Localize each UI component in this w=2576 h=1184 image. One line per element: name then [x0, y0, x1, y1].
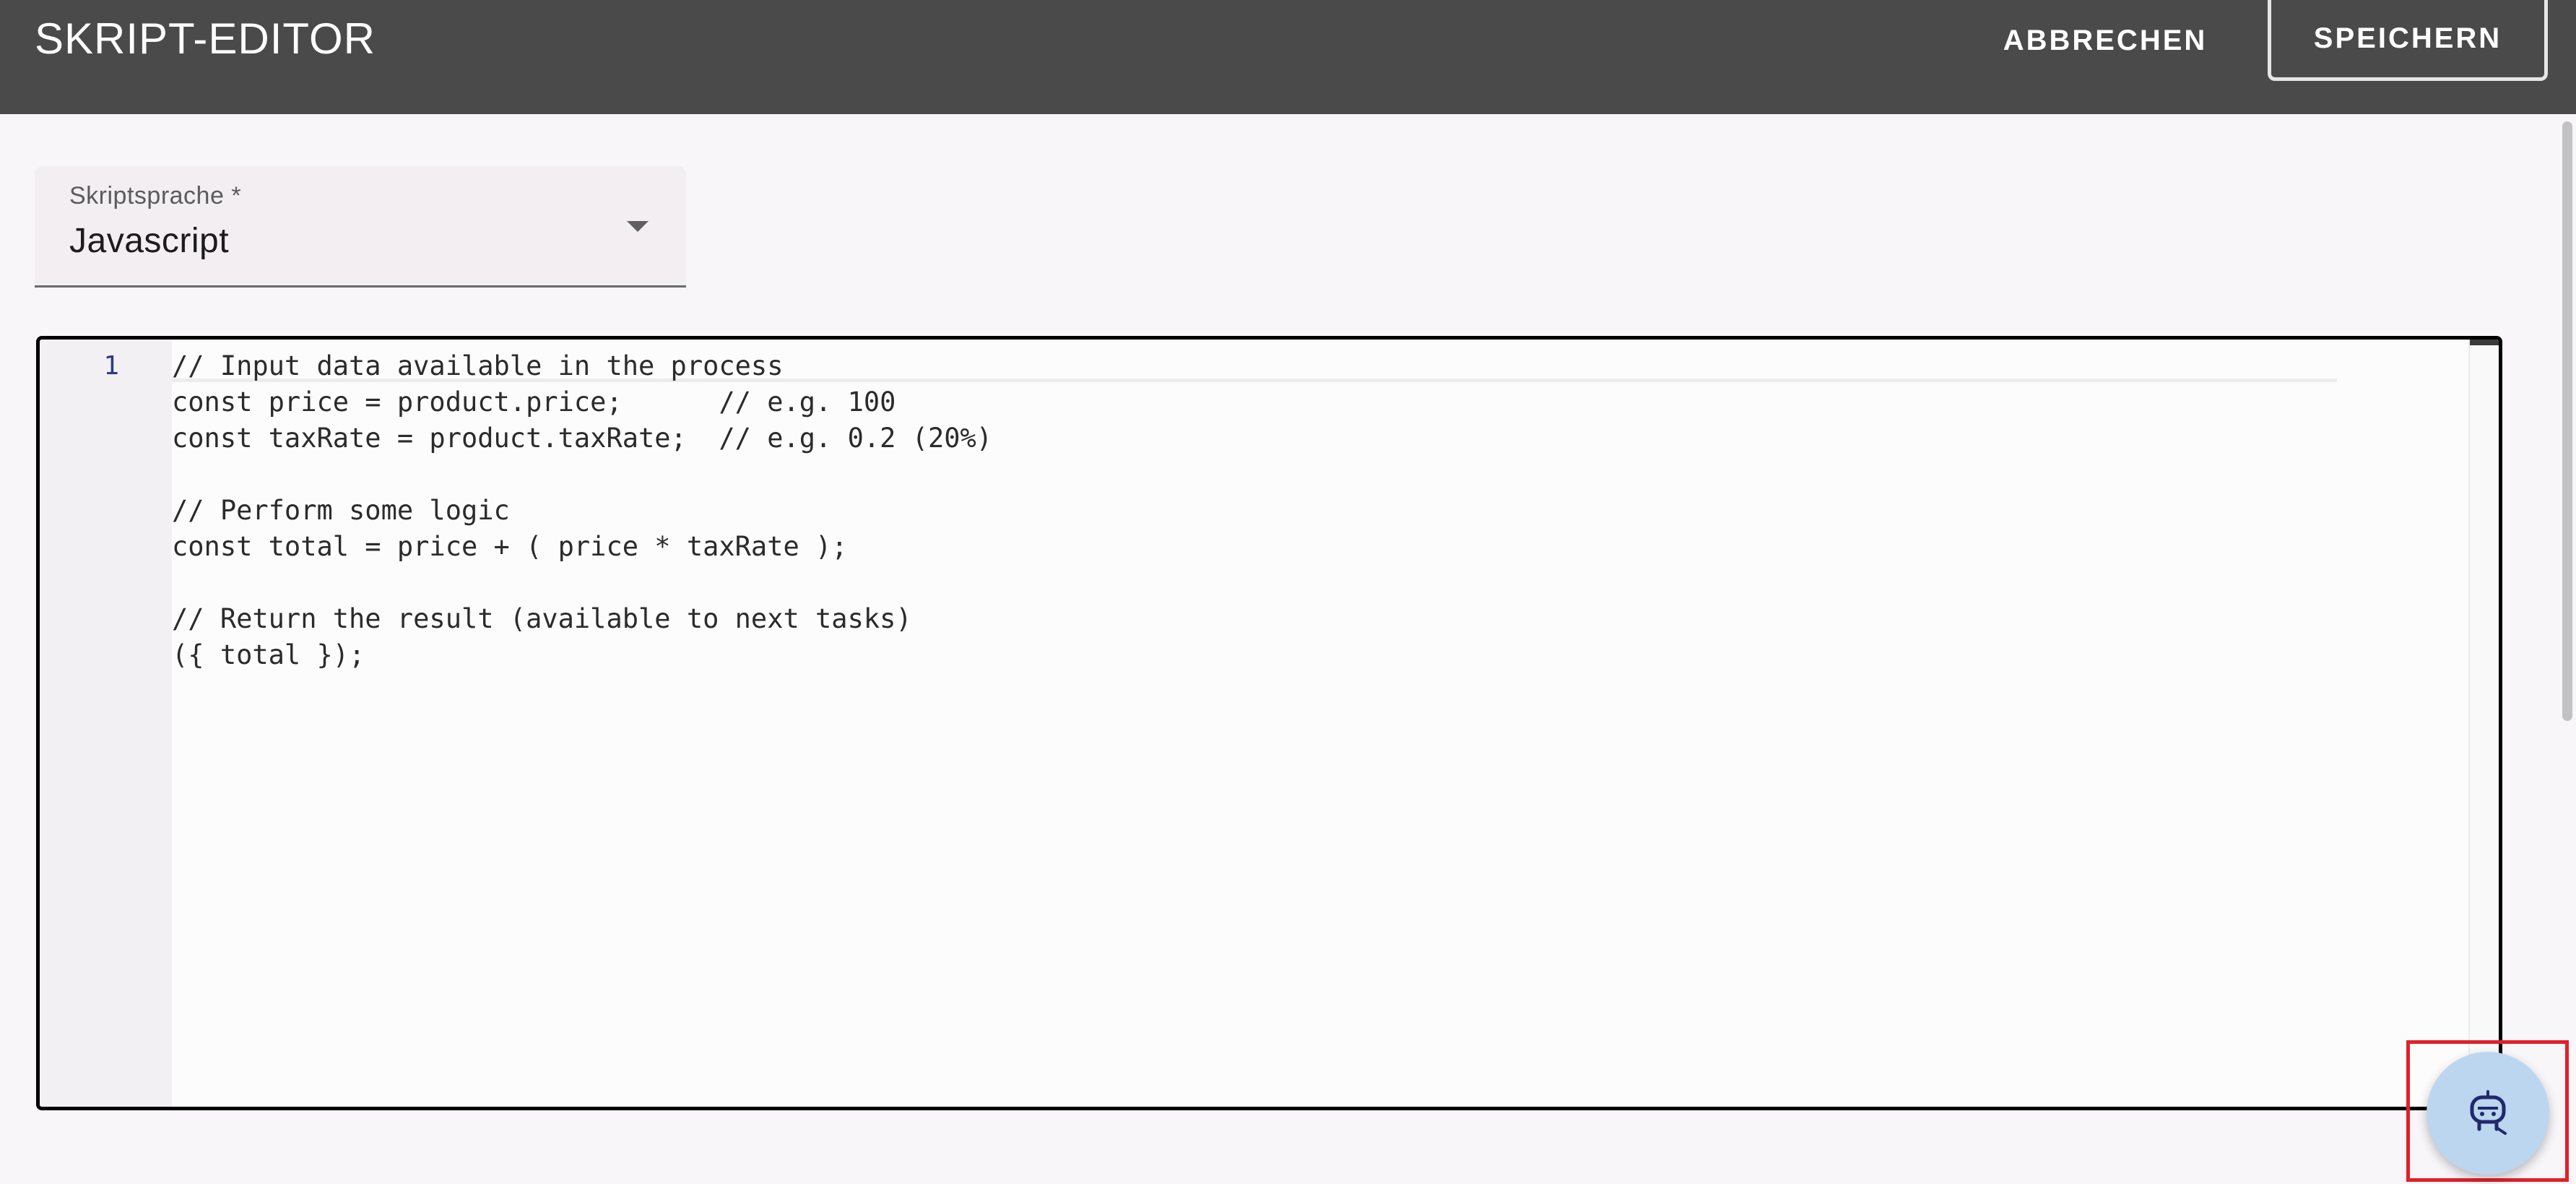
page-title: SKRIPT-EDITOR [35, 14, 376, 63]
code-editor[interactable]: 1 // Input data available in the process… [36, 336, 2502, 1110]
script-language-select[interactable]: Skriptsprache * Javascript [35, 166, 686, 288]
assistant-button[interactable] [2427, 1052, 2549, 1175]
code-line[interactable]: // Input data available in the process [172, 348, 992, 384]
app-header: SKRIPT-EDITOR ABBRECHEN SPEICHERN [0, 0, 2576, 114]
editor-scrollbar-thumb[interactable] [2470, 340, 2499, 345]
save-button[interactable]: SPEICHERN [2268, 0, 2548, 81]
cancel-button[interactable]: ABBRECHEN [1979, 0, 2232, 81]
code-line[interactable]: const taxRate = product.taxRate; // e.g.… [172, 420, 992, 457]
code-line[interactable]: const price = product.price; // e.g. 100 [172, 384, 992, 420]
editor-gutter: 1 [40, 340, 172, 1107]
script-language-label: Skriptsprache * [69, 182, 242, 209]
page-scrollbar-thumb[interactable] [2562, 121, 2572, 721]
code-line[interactable]: ({ total }); [172, 637, 992, 673]
page-scrollbar[interactable] [2559, 114, 2576, 1184]
editor-scrollbar[interactable] [2468, 340, 2499, 1107]
code-line[interactable] [172, 457, 992, 493]
code-line[interactable]: // Return the result (available to next … [172, 601, 992, 637]
code-content[interactable]: // Input data available in the process c… [172, 348, 992, 673]
robot-assistant-icon [2470, 1090, 2507, 1135]
script-language-value: Javascript [69, 222, 230, 260]
code-line[interactable]: // Perform some logic [172, 493, 992, 529]
code-line[interactable] [172, 565, 992, 601]
line-number: 1 [103, 351, 119, 381]
code-line[interactable]: const total = price + ( price * taxRate … [172, 529, 992, 565]
dropdown-arrow-icon[interactable] [627, 221, 649, 232]
